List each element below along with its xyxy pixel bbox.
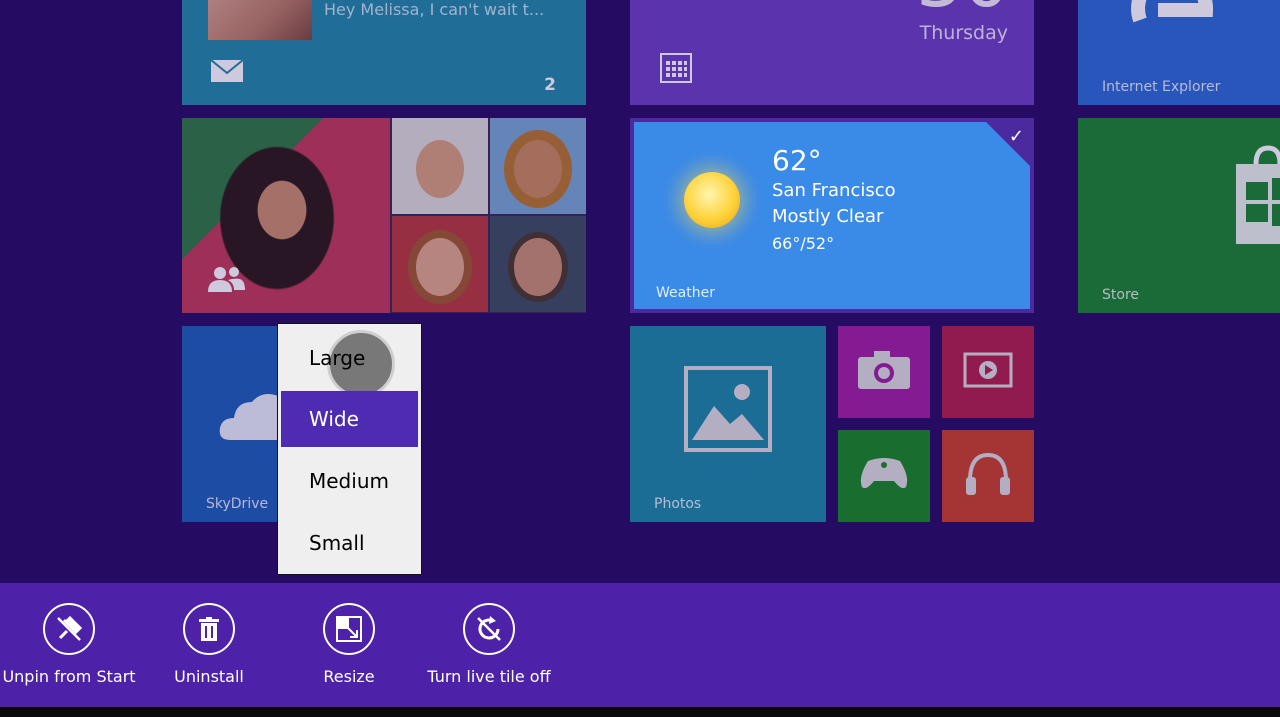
weather-temp-range: 66°/52° [772,234,835,253]
unpin-icon [43,603,95,655]
resize-option-wide[interactable]: Wide [281,391,418,447]
mail-sender-avatar [208,0,312,40]
unpin-from-start-button[interactable]: Unpin from Start [0,603,144,686]
video-icon [963,352,1013,392]
games-tile[interactable] [838,430,930,522]
skydrive-label: SkyDrive [206,496,269,512]
contact-photo [490,216,586,312]
resize-option-label: Small [309,531,365,555]
weather-condition: Mostly Clear [772,206,884,227]
contact-photo [392,216,488,312]
taskbar-edge [0,707,1280,717]
store-label: Store [1102,287,1140,303]
headphones-icon [964,451,1012,501]
weather-tile-body: 62° San Francisco Mostly Clear 66°/52° W… [634,122,1030,309]
video-tile[interactable] [942,326,1034,418]
camera-icon [858,351,910,393]
music-tile[interactable] [942,430,1034,522]
resize-option-label: Large [309,346,366,370]
people-tile[interactable] [182,118,586,313]
weather-temperature: 62° [772,144,822,177]
photos-tile[interactable]: Photos [630,326,826,522]
resize-icon [323,603,375,655]
turn-live-tile-off-button[interactable]: Turn live tile off [414,603,564,686]
calendar-icon [660,53,692,87]
command-label: Unpin from Start [2,667,136,686]
calendar-tile[interactable]: 30 Thursday [630,0,1034,105]
weather-tile[interactable]: 62° San Francisco Mostly Clear 66°/52° W… [630,118,1034,313]
contact-photo [490,118,586,214]
gamepad-icon [858,457,910,495]
uninstall-button[interactable]: Uninstall [134,603,284,686]
command-label: Resize [323,667,375,686]
live-tile-off-icon [463,603,515,655]
mail-icon [210,59,244,87]
internet-explorer-label: Internet Explorer [1102,79,1221,95]
resize-option-label: Medium [309,469,389,493]
store-tile[interactable]: Store [1078,118,1280,313]
calendar-day: Thursday [919,22,1008,44]
weather-city: San Francisco [772,180,896,201]
photos-label: Photos [654,496,702,512]
resize-option-large[interactable]: Large [281,330,418,398]
resize-option-label: Wide [309,407,359,431]
internet-explorer-tile[interactable]: Internet Explorer [1078,0,1280,105]
mail-unread-count: 2 [544,75,556,95]
trash-icon [183,603,235,655]
resize-option-small[interactable]: Small [281,515,418,571]
store-bag-icon [1236,144,1280,248]
mail-tile[interactable]: Hey Melissa, I can't wait t... 2 [182,0,586,105]
command-label: Uninstall [174,667,244,686]
resize-option-medium[interactable]: Medium [281,453,418,509]
command-label: Turn live tile off [427,667,551,686]
contact-photo [392,118,488,214]
photos-icon [684,366,772,456]
resize-button[interactable]: Resize [274,603,424,686]
camera-tile[interactable] [838,326,930,418]
mail-preview-text: Hey Melissa, I can't wait t... [324,0,545,19]
checkmark-icon: ✓ [1008,126,1024,147]
app-bar: Unpin from Start Uninstall Resize Turn l… [0,583,1280,707]
calendar-date-number: 30 [916,0,1010,24]
people-icon [206,265,246,297]
internet-explorer-icon [1128,0,1218,44]
sun-icon [684,172,740,228]
weather-label: Weather [656,285,715,301]
resize-menu: Large Wide Medium Small [277,323,422,575]
